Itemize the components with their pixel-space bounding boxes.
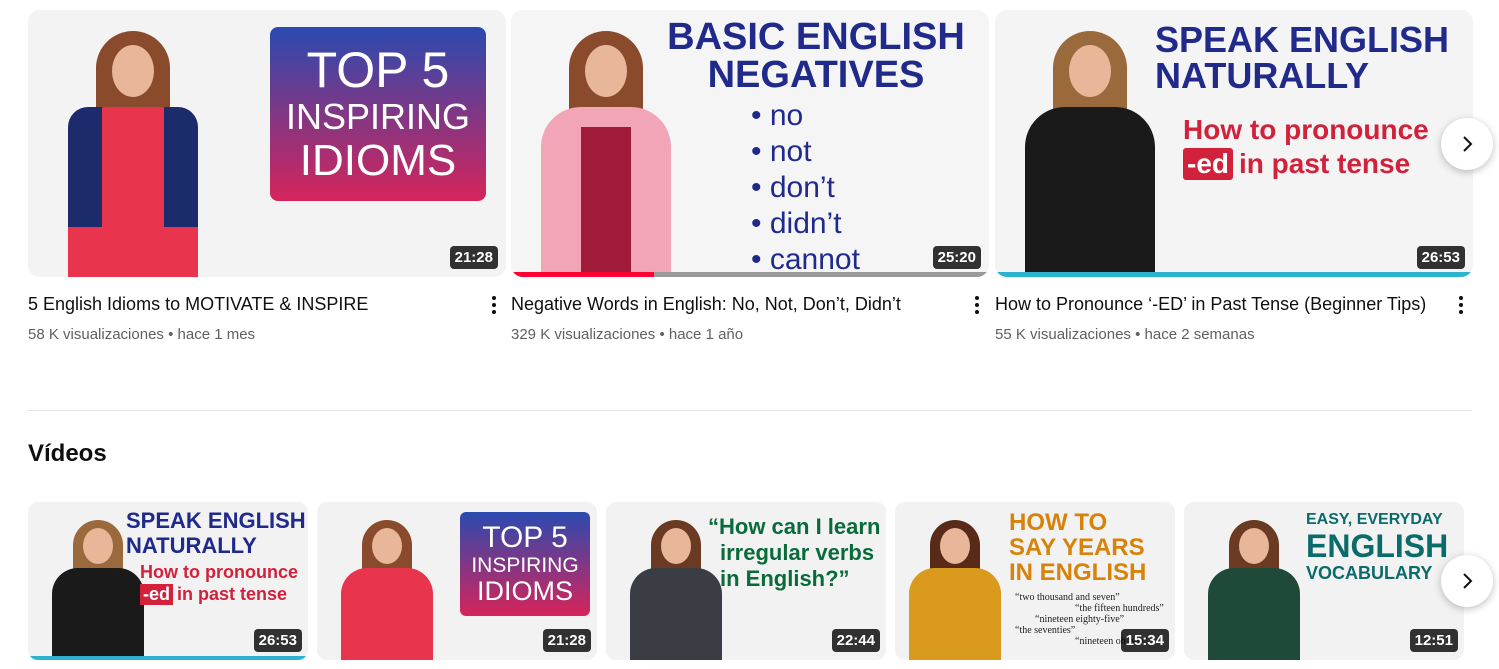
section-divider: [28, 410, 1472, 411]
thumb-line: INSPIRING: [471, 554, 579, 577]
thumb-line: NATURALLY: [1155, 55, 1369, 96]
view-count: 58 K visualizaciones: [28, 326, 164, 343]
thumbnail-heading: HOW TO SAY YEARS IN ENGLISH: [1009, 510, 1146, 585]
thumb-subline: How to pronounce: [140, 562, 298, 582]
thumb-line: in English?”: [720, 566, 850, 591]
thumb-line: “How can I learn: [708, 514, 881, 539]
more-actions-icon[interactable]: [1449, 293, 1473, 317]
video-thumbnail[interactable]: EASY, EVERYDAY ENGLISH VOCABULARY 12:51: [1184, 502, 1464, 660]
thumb-line: NATURALLY: [126, 533, 257, 558]
video-metadata: 58 K visualizaciones • hace 1 mes: [28, 326, 482, 343]
section-title[interactable]: Vídeos: [28, 440, 107, 468]
watch-progress-bar: [28, 656, 308, 660]
more-actions-icon[interactable]: [965, 293, 989, 317]
video-thumbnail[interactable]: BASIC ENGLISH NEGATIVES • no • not • don…: [511, 10, 989, 277]
shelf-next-button[interactable]: [1441, 118, 1493, 170]
thumbnail-title-box: TOP 5 INSPIRING IDIOMS: [460, 512, 590, 616]
thumbnail-heading: BASIC ENGLISH NEGATIVES: [651, 18, 981, 94]
thumb-subline: in past tense: [177, 584, 288, 604]
video-thumbnail[interactable]: SPEAK ENGLISH NATURALLY How to pronounce…: [995, 10, 1473, 277]
video-thumbnail[interactable]: HOW TO SAY YEARS IN ENGLISH “two thousan…: [895, 502, 1175, 660]
thumb-bullet: • don’t: [751, 171, 835, 204]
thumb-line: SPEAK ENGLISH: [1155, 19, 1450, 60]
video-duration: 26:53: [253, 629, 302, 652]
video-thumbnail[interactable]: TOP 5 INSPIRING IDIOMS 21:28: [28, 10, 506, 277]
thumb-line: HOW TO: [1009, 509, 1108, 536]
thumb-line: BASIC ENGLISH: [667, 16, 965, 58]
presenter-figure: [1204, 520, 1304, 660]
thumbnail-bullets: • no • not • don’t • didn’t • cannot: [751, 98, 860, 277]
thumb-subline-row: -ed in past tense: [140, 584, 287, 605]
separator-dot: •: [1135, 326, 1145, 343]
thumb-line: IDIOMS: [476, 576, 573, 606]
video-card[interactable]: TOP 5 INSPIRING IDIOMS 21:28 5 English I…: [28, 10, 506, 343]
video-duration: 22:44: [831, 629, 880, 652]
video-title[interactable]: 5 English Idioms to MOTIVATE & INSPIRE: [28, 291, 482, 318]
thumb-line: NEGATIVES: [707, 54, 925, 96]
thumb-line: irregular verbs: [720, 540, 875, 565]
view-count: 329 K visualizaciones: [511, 326, 656, 343]
thumb-subline: in past tense: [1239, 148, 1411, 179]
thumb-bullet: • not: [751, 135, 812, 168]
video-card[interactable]: SPEAK ENGLISH NATURALLY How to pronounce…: [995, 10, 1473, 343]
thumbnail-heading: SPEAK ENGLISH NATURALLY: [126, 508, 306, 558]
thumb-bullet: • no: [751, 99, 804, 132]
video-thumbnail[interactable]: “How can I learn irregular verbs in Engl…: [606, 502, 886, 660]
separator-dot: •: [659, 326, 669, 343]
thumb-quote: “nineteen eighty-five”: [1035, 614, 1125, 625]
thumbnail-heading: SPEAK ENGLISH NATURALLY: [1155, 22, 1465, 94]
upload-age: hace 1 año: [668, 326, 744, 343]
thumb-quote: “two thousand and seven”: [1015, 592, 1120, 603]
thumb-line: SAY YEARS: [1009, 534, 1145, 561]
video-title[interactable]: Negative Words in English: No, Not, Don’…: [511, 291, 965, 318]
chevron-right-icon: [1463, 573, 1473, 589]
watch-progress-bar: [511, 272, 655, 277]
video-duration: 21:28: [449, 246, 498, 269]
separator-dot: •: [168, 326, 178, 343]
presenter-figure: [1015, 31, 1165, 277]
thumb-line: IDIOMS: [299, 136, 457, 185]
video-title[interactable]: How to Pronounce ‘-ED’ in Past Tense (Be…: [995, 291, 1449, 318]
video-duration: 15:34: [1120, 629, 1169, 652]
presenter-figure: [58, 31, 208, 277]
thumb-line: TOP 5: [482, 521, 568, 554]
thumb-line: IN ENGLISH: [1009, 559, 1147, 586]
view-count: 55 K visualizaciones: [995, 326, 1131, 343]
video-metadata: 329 K visualizaciones • hace 1 año: [511, 326, 965, 343]
thumb-ed-badge: -ed: [140, 584, 173, 605]
video-metadata: 55 K visualizaciones • hace 2 semanas: [995, 326, 1449, 343]
video-thumbnail[interactable]: TOP 5 INSPIRING IDIOMS 21:28: [317, 502, 597, 660]
videos-shelf: SPEAK ENGLISH NATURALLY How to pronounce…: [28, 502, 1472, 660]
video-duration: 21:28: [542, 629, 591, 652]
more-actions-icon[interactable]: [482, 293, 506, 317]
watch-progress-bar: [995, 272, 1473, 277]
upload-age: hace 2 semanas: [1144, 326, 1255, 343]
video-shelf: TOP 5 INSPIRING IDIOMS 21:28 5 English I…: [28, 10, 1473, 380]
thumbnail-heading: “How can I learn irregular verbs in Engl…: [708, 514, 880, 592]
thumb-line: ENGLISH: [1306, 528, 1449, 564]
chevron-right-icon: [1463, 136, 1473, 152]
thumb-subline-row: -ed in past tense: [1183, 148, 1410, 180]
video-duration: 26:53: [1416, 246, 1465, 269]
video-thumbnail[interactable]: SPEAK ENGLISH NATURALLY How to pronounce…: [28, 502, 308, 660]
thumb-line: INSPIRING: [285, 96, 471, 137]
thumb-line: TOP 5: [306, 42, 450, 98]
thumb-ed-badge: -ed: [1183, 148, 1233, 180]
thumbnail-title-box: TOP 5 INSPIRING IDIOMS: [270, 27, 486, 201]
thumb-line: SPEAK ENGLISH: [126, 508, 306, 533]
thumb-subline: How to pronounce: [1183, 114, 1429, 145]
video-duration: 12:51: [1409, 629, 1458, 652]
thumb-quote: “the fifteen hundreds”: [1075, 603, 1164, 614]
presenter-figure: [905, 520, 1005, 660]
video-duration: 25:20: [932, 246, 981, 269]
video-card[interactable]: BASIC ENGLISH NEGATIVES • no • not • don…: [511, 10, 989, 343]
presenter-figure: [337, 520, 437, 660]
upload-age: hace 1 mes: [177, 326, 256, 343]
thumb-line: VOCABULARY: [1306, 563, 1433, 583]
thumb-bullet: • didn’t: [751, 207, 842, 240]
thumbnail-heading: EASY, EVERYDAY ENGLISH VOCABULARY: [1306, 511, 1449, 583]
videos-shelf-next-button[interactable]: [1441, 555, 1493, 607]
thumb-line: EASY, EVERYDAY: [1306, 511, 1443, 528]
